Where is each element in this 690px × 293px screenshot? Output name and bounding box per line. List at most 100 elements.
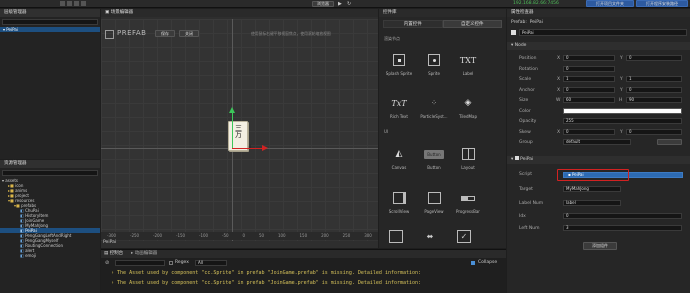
gizmo-y-arrow[interactable] <box>232 113 233 149</box>
console-filter-select[interactable]: All <box>195 260 227 266</box>
prop-input[interactable]: 0 <box>563 55 615 61</box>
prop-value: 60 <box>566 97 572 102</box>
inspector-header: 属性检查器 <box>507 9 690 17</box>
toolbar-tool-icon[interactable] <box>81 1 86 6</box>
console-warning-line[interactable]: › The Asset used by component "cc.Sprite… <box>101 278 506 288</box>
console-warning-line[interactable]: › The Asset used by component "cc.Sprite… <box>101 268 506 278</box>
tab-console[interactable]: ▤ 控制台 <box>104 250 123 258</box>
tab-builtin[interactable]: 内置控件 <box>383 20 443 28</box>
hierarchy-search[interactable] <box>2 19 98 25</box>
assets-tree: ▾ assets ▸■ icon ▸■ anims ▸■ project ▾■ … <box>0 178 100 258</box>
open-project-folder-button[interactable]: 打开项目文件夹 <box>586 0 634 7</box>
group-select[interactable]: default <box>563 139 631 145</box>
prop-label: Target <box>519 187 533 192</box>
prefab-save-button[interactable]: 保存 <box>155 30 175 37</box>
console-toolbar: ⊘ Regex All Collapse <box>101 259 506 267</box>
browser-dropdown[interactable]: 浏览器 <box>312 1 334 7</box>
widget-pageview[interactable]: PageView <box>419 189 449 214</box>
console-panel: ▤ 控制台 ▸ 动画编辑器 ⊘ Regex All Collapse › The… <box>101 249 506 293</box>
x-tick: 0 <box>242 233 246 238</box>
prop-row-skew: Skew X 0 Y 0 <box>507 128 690 139</box>
open-install-path-button[interactable]: 打开程序安装路径 <box>636 0 688 7</box>
edit-group-button[interactable] <box>657 139 682 145</box>
widget-scrollview[interactable]: ScrollView <box>384 189 414 214</box>
widget-more-1[interactable] <box>389 230 403 243</box>
widget-more-2[interactable]: ⬌ <box>423 230 437 243</box>
collapse-checkbox[interactable] <box>471 261 475 265</box>
preview-ip[interactable]: 192.168.82.66:7456 <box>513 0 559 8</box>
gizmo-x-arrow[interactable] <box>232 148 262 149</box>
prop-input[interactable]: 0 <box>626 128 682 135</box>
prop-input[interactable]: 0 <box>563 86 615 93</box>
library-panel: 控件库 内置控件 自定义控件 渲染节点 Splash Sprite Sprite… <box>379 9 506 248</box>
widget-particle-system[interactable]: ⁘ ParticleSyst... <box>419 94 449 119</box>
x-tick: -300 <box>107 233 117 238</box>
widget-rich-text[interactable]: TxT Rich Text <box>384 94 414 120</box>
color-swatch[interactable] <box>563 107 682 114</box>
mahjong-tile[interactable]: 三 万 4 <box>228 121 251 151</box>
add-component-button[interactable]: 添加组件 <box>583 242 617 250</box>
play-button[interactable]: ▶ <box>338 1 344 7</box>
widget-canvas[interactable]: ◭ Canvas <box>384 145 414 170</box>
prop-label: Skew <box>519 129 531 135</box>
toolbar-icon-group[interactable] <box>60 1 96 7</box>
assets-search[interactable] <box>2 170 98 176</box>
canvas-icon: ◭ <box>395 149 403 159</box>
component-enabled-checkbox[interactable] <box>514 156 519 160</box>
prop-input[interactable]: 90 <box>626 97 682 103</box>
tree-item[interactable]: ◧ emoji <box>0 253 100 258</box>
prop-label: Idx <box>519 214 526 219</box>
prop-label: Left Num <box>519 226 540 231</box>
target-field[interactable]: MyMahJong <box>563 186 621 192</box>
left-num-field[interactable]: 3 <box>563 225 682 231</box>
prop-label: Script <box>519 172 533 177</box>
collapse-label: Collapse <box>478 260 498 265</box>
tree-item-label: emoji <box>25 253 37 258</box>
widget-label: Sprite <box>428 71 440 76</box>
prop-input[interactable]: 60 <box>563 97 615 103</box>
widget-label: ScrollView <box>388 209 410 214</box>
console-search[interactable] <box>115 260 165 266</box>
prop-input[interactable]: 1 <box>626 76 682 82</box>
console-clear-icon[interactable]: ⊘ <box>105 260 111 266</box>
prop-input[interactable]: 1 <box>563 76 615 82</box>
node-name-field[interactable]: PeiPai <box>519 29 687 36</box>
axis-label: Y <box>620 129 623 135</box>
regex-checkbox[interactable] <box>169 261 173 265</box>
prop-input[interactable]: 255 <box>563 118 682 124</box>
prefab-close-button[interactable]: 关闭 <box>179 30 199 37</box>
tab-animation-editor[interactable]: ▸ 动画编辑器 <box>131 250 157 258</box>
prop-input[interactable]: 0 <box>626 86 682 93</box>
node-active-checkbox[interactable] <box>511 30 516 35</box>
widget-sprite[interactable]: Sprite <box>419 51 449 76</box>
prop-value: 0 <box>566 55 569 60</box>
axis-label: W <box>556 98 561 103</box>
hierarchy-title: 层级管理器 <box>4 10 27 15</box>
toolbar-tool-icon[interactable] <box>60 1 65 6</box>
prop-input[interactable]: 0 <box>563 65 615 72</box>
prop-input[interactable]: 0 <box>563 128 615 135</box>
widget-progressbar[interactable]: ProgressBar <box>453 189 483 214</box>
prop-value: 0 <box>629 128 632 134</box>
widget-layout[interactable]: Layout <box>453 145 483 170</box>
label-num-field[interactable]: label <box>563 200 621 206</box>
hierarchy-root-item[interactable]: ▾ PeiPai <box>0 27 100 32</box>
prop-value: 90 <box>629 97 635 102</box>
prop-row-scale: Scale X 1 Y 1 <box>507 75 690 86</box>
scene-breadcrumb[interactable]: PeiPai <box>103 240 116 245</box>
widget-splash-sprite[interactable]: Splash Sprite <box>384 51 414 76</box>
widget-tiledmap[interactable]: ◈ TiledMap <box>453 94 483 119</box>
tab-custom[interactable]: 自定义控件 <box>442 20 502 28</box>
toolbar-tool-icon[interactable] <box>74 1 79 6</box>
node-section-header[interactable]: ▾ Node <box>507 42 690 50</box>
idx-field[interactable]: 0 <box>563 213 682 219</box>
refresh-button[interactable]: ↻ <box>347 1 353 7</box>
widget-more-3[interactable]: ✓ <box>457 230 471 243</box>
component-section-header[interactable]: ▾ PeiPai <box>507 156 690 164</box>
prop-input[interactable]: 0 <box>626 55 682 61</box>
splash-sprite-icon <box>388 51 410 69</box>
toolbar-tool-icon[interactable] <box>67 1 72 6</box>
widget-label[interactable]: TXT Label <box>453 51 483 77</box>
widget-button[interactable]: Button Button <box>419 145 449 170</box>
assets-title: 资源管理器 <box>4 161 27 166</box>
